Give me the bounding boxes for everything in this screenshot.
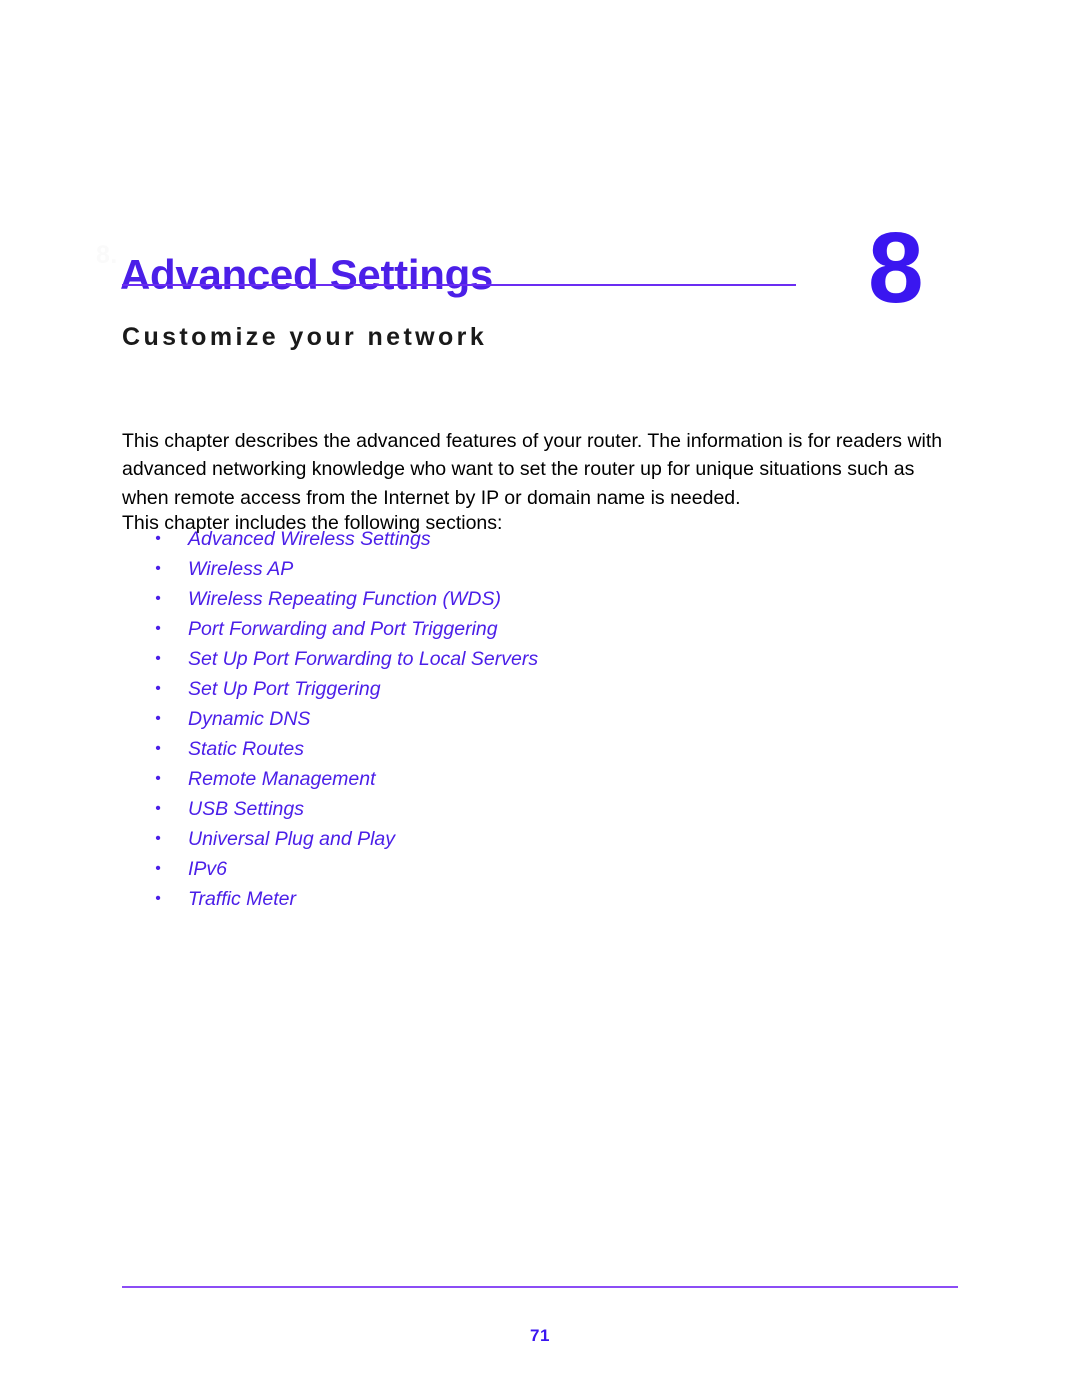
- document-page: 8. Advanced Settings Customize your netw…: [0, 0, 1080, 1397]
- section-link-traffic-meter[interactable]: Traffic Meter: [188, 888, 296, 910]
- bullet-icon: •: [155, 650, 161, 667]
- section-link-dynamic-dns[interactable]: Dynamic DNS: [188, 708, 310, 730]
- section-link-wireless-repeating-function-wds[interactable]: Wireless Repeating Function (WDS): [188, 588, 501, 610]
- list-item: • Wireless AP: [122, 554, 822, 584]
- bullet-icon: •: [155, 530, 161, 547]
- title-divider: [122, 284, 796, 286]
- bullet-icon: •: [155, 710, 161, 727]
- section-link-usb-settings[interactable]: USB Settings: [188, 798, 304, 820]
- list-item: • Remote Management: [122, 764, 822, 794]
- page-number: 71: [530, 1326, 550, 1345]
- bullet-icon: •: [155, 590, 161, 607]
- page-title: Advanced Settings: [120, 251, 493, 299]
- chapter-number: 8: [868, 212, 924, 324]
- list-item: • Traffic Meter: [122, 884, 822, 914]
- bullet-icon: •: [155, 770, 161, 787]
- list-item: • Static Routes: [122, 734, 822, 764]
- bullet-icon: •: [155, 680, 161, 697]
- chapter-marker-watermark: 8.: [96, 241, 118, 269]
- intro-paragraph: This chapter describes the advanced feat…: [122, 429, 943, 509]
- list-item: • Universal Plug and Play: [122, 824, 822, 854]
- list-item: • Advanced Wireless Settings: [122, 524, 822, 554]
- list-item: • Set Up Port Forwarding to Local Server…: [122, 644, 822, 674]
- section-link-set-up-port-triggering[interactable]: Set Up Port Triggering: [188, 678, 381, 700]
- bullet-icon: •: [155, 620, 161, 637]
- list-item: • Wireless Repeating Function (WDS): [122, 584, 822, 614]
- section-link-ipv6[interactable]: IPv6: [188, 858, 227, 880]
- bullet-icon: •: [155, 830, 161, 847]
- section-link-static-routes[interactable]: Static Routes: [188, 738, 304, 760]
- list-item: • USB Settings: [122, 794, 822, 824]
- bullet-icon: •: [155, 560, 161, 577]
- section-link-wireless-ap[interactable]: Wireless AP: [188, 558, 293, 580]
- list-item: • Set Up Port Triggering: [122, 674, 822, 704]
- bullet-icon: •: [155, 860, 161, 877]
- section-link-advanced-wireless-settings[interactable]: Advanced Wireless Settings: [188, 528, 431, 550]
- page-subtitle: Customize your network: [122, 322, 488, 351]
- bullet-icon: •: [155, 890, 161, 907]
- section-link-port-forwarding-and-port-triggering[interactable]: Port Forwarding and Port Triggering: [188, 618, 498, 640]
- list-item: • Port Forwarding and Port Triggering: [122, 614, 822, 644]
- bullet-icon: •: [155, 740, 161, 757]
- bullet-icon: •: [155, 800, 161, 817]
- footer-divider: [122, 1286, 958, 1288]
- list-item: • Dynamic DNS: [122, 704, 822, 734]
- section-link-universal-plug-and-play[interactable]: Universal Plug and Play: [188, 828, 395, 850]
- list-item: • IPv6: [122, 854, 822, 884]
- section-link-remote-management[interactable]: Remote Management: [188, 768, 376, 790]
- section-link-set-up-port-forwarding-to-local-servers[interactable]: Set Up Port Forwarding to Local Servers: [188, 648, 538, 670]
- section-link-list: • Advanced Wireless Settings • Wireless …: [122, 524, 822, 914]
